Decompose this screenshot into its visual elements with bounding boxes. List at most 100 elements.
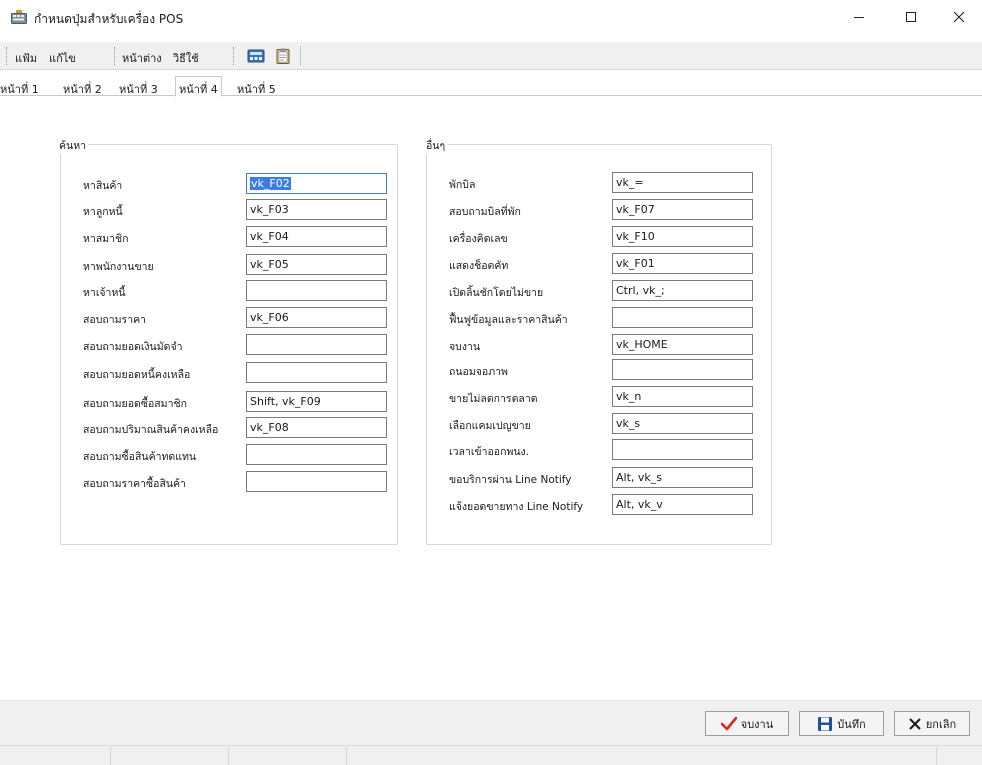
menu-file[interactable]: แฟ้ม [15, 49, 37, 67]
shortcut-key-value: vk_F04 [250, 230, 289, 243]
field-label: เครื่องคิดเลข [449, 233, 508, 245]
field-label: สอบถามซื้อสินค้าทดแทน [83, 451, 197, 463]
field-label: สอบถามบิลที่พัก [449, 206, 521, 218]
field-label: หาพนักงานขาย [83, 261, 154, 273]
field-label: สอบถามราคา [83, 314, 147, 326]
field-label: ขายไม่ลดการตลาด [449, 393, 538, 405]
field-label: เลือกแคมเปญขาย [449, 420, 531, 432]
shortcut-key-value: Alt, vk_v [616, 498, 663, 511]
status-divider [228, 747, 229, 765]
window-title: กำหนดปุ่มสำหรับเครื่อง POS [34, 12, 184, 26]
shortcut-key-field[interactable]: Shift, vk_F09 [246, 391, 387, 412]
field-label: เปิดลิ้นชักโดยไม่ขาย [449, 287, 544, 299]
clipboard-icon[interactable] [274, 48, 292, 64]
minimize-button[interactable] [836, 0, 882, 34]
menu-window[interactable]: หน้าต่าง [122, 49, 162, 67]
shortcut-key-value: vk_F10 [616, 230, 655, 243]
toolbar-grip[interactable] [233, 47, 236, 65]
shortcut-key-value: vk_HOME [616, 338, 668, 351]
shortcut-key-field[interactable]: vk_F08 [246, 417, 387, 438]
field-label: หาสมาชิก [83, 233, 129, 245]
close-button[interactable] [936, 0, 982, 34]
shortcut-key-field[interactable]: vk_F10 [612, 226, 753, 247]
toolbar-grip[interactable] [6, 47, 9, 65]
shortcut-key-field[interactable]: Ctrl, vk_; [612, 280, 753, 301]
shortcut-key-field[interactable]: vk_s [612, 413, 753, 434]
field-label: ฟื้นฟูข้อมูลและราคาสินค้า [449, 314, 568, 326]
menu-toolbar: แฟ้ม แก้ไข หน้าต่าง วิธีใช้ [0, 42, 982, 70]
shortcut-key-field[interactable] [246, 362, 387, 383]
tab-strip: หน้าที่ 1 หน้าที่ 2 หน้าที่ 3 หน้าที่ 4 … [0, 72, 982, 97]
toolbar-grip[interactable] [114, 47, 117, 65]
close-icon [953, 11, 965, 23]
field-label: สอบถามยอดซื้อสมาชิก [83, 398, 187, 410]
shortcut-key-field[interactable]: Alt, vk_v [612, 494, 753, 515]
calculator-icon[interactable] [247, 48, 265, 64]
save-label: บันทึก [837, 717, 866, 731]
shortcut-key-field[interactable] [612, 359, 753, 380]
field-label: แสดงช็อตคัท [449, 260, 509, 272]
minimize-icon [854, 17, 864, 18]
save-button[interactable]: บันทึก [799, 711, 884, 736]
status-divider [110, 747, 111, 765]
field-label: จบงาน [449, 341, 481, 353]
field-label: หาลูกหนี้ [83, 206, 123, 218]
menu-help[interactable]: วิธีใช้ [173, 49, 199, 67]
shortcut-key-value: vk_F05 [250, 258, 289, 271]
field-label: พักบิล [449, 179, 476, 191]
shortcut-key-field[interactable]: vk_F04 [246, 226, 387, 247]
shortcut-key-field[interactable] [612, 439, 753, 460]
shortcut-key-value: Shift, vk_F09 [250, 395, 321, 408]
bottom-bar: จบงาน บันทึก ยกเลิก [0, 700, 982, 765]
status-divider [936, 747, 937, 765]
tab-page-2[interactable]: หน้าที่ 2 [63, 80, 102, 96]
shortcut-key-value: Alt, vk_s [616, 471, 662, 484]
shortcut-key-value: vk_F06 [250, 311, 289, 324]
shortcut-key-field[interactable]: vk_= [612, 172, 753, 193]
status-strip [0, 745, 982, 765]
shortcut-key-value: vk_F03 [250, 203, 289, 216]
shortcut-key-value: vk_F01 [616, 257, 655, 270]
group-title: ค้นหา [57, 137, 89, 154]
maximize-button[interactable] [888, 0, 934, 34]
shortcut-key-field[interactable]: vk_F03 [246, 199, 387, 220]
shortcut-key-field[interactable]: vk_F01 [612, 253, 753, 274]
shortcut-key-field[interactable] [246, 471, 387, 492]
field-label: หาเจ้าหนี้ [83, 287, 126, 299]
title-bar: กำหนดปุ่มสำหรับเครื่อง POS [0, 0, 982, 38]
group-title: อื่นๆ [424, 137, 448, 154]
field-label: สอบถามราคาซื้อสินค้า [83, 478, 186, 490]
tab-page-1[interactable]: หน้าที่ 1 [0, 80, 39, 96]
shortcut-key-value: vk_F02 [250, 177, 291, 190]
tab-page-4[interactable]: หน้าที่ 4 [175, 76, 222, 97]
finish-button[interactable]: จบงาน [705, 711, 789, 736]
tab-page-3[interactable]: หน้าที่ 3 [119, 80, 158, 96]
shortcut-key-field[interactable]: vk_HOME [612, 334, 753, 355]
shortcut-key-value: Ctrl, vk_; [616, 284, 665, 297]
shortcut-key-field[interactable]: vk_n [612, 386, 753, 407]
cancel-button[interactable]: ยกเลิก [894, 711, 970, 736]
maximize-icon [906, 12, 916, 22]
shortcut-key-value: vk_F08 [250, 421, 289, 434]
shortcut-key-field[interactable] [246, 444, 387, 465]
shortcut-key-field[interactable] [612, 307, 753, 328]
tab-page-5[interactable]: หน้าที่ 5 [237, 80, 276, 96]
shortcut-key-field[interactable]: vk_F06 [246, 307, 387, 328]
shortcut-key-field[interactable]: Alt, vk_s [612, 467, 753, 488]
field-label: สอบถามปริมาณสินค้าคงเหลือ [83, 424, 219, 436]
keyboard-app-icon [11, 10, 27, 24]
shortcut-key-field[interactable]: vk_F02 [246, 173, 387, 194]
close-x-icon [909, 717, 921, 730]
shortcut-key-value: vk_F07 [616, 203, 655, 216]
save-disk-icon [818, 716, 833, 731]
shortcut-key-field[interactable] [246, 280, 387, 301]
cancel-label: ยกเลิก [925, 717, 957, 731]
field-label: หาสินค้า [83, 180, 123, 192]
shortcut-key-field[interactable]: vk_F05 [246, 254, 387, 275]
shortcut-key-field[interactable]: vk_F07 [612, 199, 753, 220]
shortcut-key-value: vk_n [616, 390, 642, 403]
field-label: สอบถามยอดหนี้คงเหลือ [83, 369, 191, 381]
menu-edit[interactable]: แก้ไข [49, 49, 76, 67]
shortcut-key-field[interactable] [246, 334, 387, 355]
field-label: แจ้งยอดขายทาง Line Notify [449, 501, 584, 513]
